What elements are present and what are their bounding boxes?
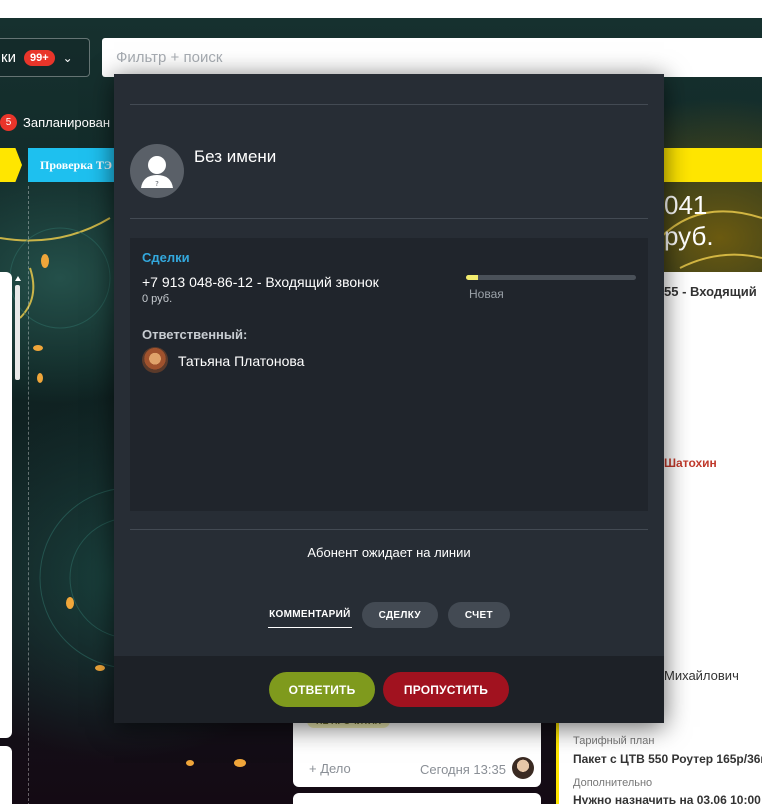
deal-card-person-2: Михайлович (664, 668, 739, 683)
search-placeholder: Фильтр + поиск (116, 49, 223, 66)
top-strip (0, 0, 762, 18)
left-column-card (0, 272, 12, 738)
counter-badge: 99+ (23, 49, 55, 66)
divider (130, 529, 648, 530)
crm-info-panel: Сделки +7 913 048-86-12 - Входящий звоно… (130, 238, 648, 511)
deals-section-title: Сделки (142, 250, 190, 265)
create-actions: КОММЕНТАРИЙ СДЕЛКУ СЧЕТ (114, 602, 664, 628)
create-invoice-button[interactable]: СЧЕТ (447, 602, 510, 628)
left-column-card-2 (0, 746, 12, 804)
divider (130, 104, 648, 105)
counter-label: ки (1, 49, 16, 66)
avatar (512, 757, 534, 779)
deal-card-person: Шатохин (664, 456, 717, 470)
deal-sum: 0 руб. (142, 293, 173, 305)
deal-stage-label: Новая (469, 287, 504, 301)
plan-label: Тарифный план (573, 735, 655, 747)
deal-stage-progress (466, 275, 636, 280)
svg-text:?: ? (155, 180, 159, 188)
scroll-up-icon[interactable] (15, 276, 21, 281)
activity-time: Сегодня 13:35 (420, 762, 506, 777)
incoming-call-popup: ? Без имени Сделки +7 913 048-86-12 - Вх… (114, 74, 664, 723)
tab-comment[interactable]: КОММЕНТАРИЙ (268, 602, 352, 628)
scroll-thumb[interactable] (15, 285, 20, 380)
contact-name[interactable]: Без имени (194, 147, 276, 167)
user-icon: ? (141, 156, 173, 188)
call-actions-footer: ОТВЕТИТЬ ПРОПУСТИТЬ (114, 656, 664, 723)
responsible-label: Ответственный: (142, 327, 248, 342)
deal-card-title: 55 - Входящий (664, 284, 757, 299)
plan-value: Пакет с ЦТВ 550 Роутер 165р/36м (573, 752, 762, 766)
extra-value: Нужно назначить на 03.06 10:00 - (573, 793, 762, 804)
add-activity-link[interactable]: + Дело (309, 761, 351, 776)
answer-button[interactable]: ОТВЕТИТЬ (269, 672, 375, 707)
skip-button[interactable]: ПРОПУСТИТЬ (383, 672, 509, 707)
contact-avatar: ? (130, 144, 184, 198)
create-deal-button[interactable]: СДЕЛКУ (361, 602, 438, 628)
counters-dropdown[interactable]: ки 99+ ⌄ (0, 38, 90, 77)
planned-filter[interactable]: 5 Запланирован (0, 114, 110, 131)
deal-stage-progress-fill (466, 275, 478, 280)
planned-label: Запланирован (23, 115, 111, 130)
divider (130, 218, 648, 219)
scrollbar[interactable] (15, 276, 22, 386)
stage-header-check[interactable]: Проверка ТЭ (28, 148, 128, 182)
column-divider (28, 186, 29, 804)
responsible-name[interactable]: Татьяна Платонова (178, 353, 304, 369)
stage-sum: 041 руб. (664, 190, 714, 251)
call-status-text: Абонент ожидает на линии (307, 545, 471, 560)
chevron-down-icon: ⌄ (62, 50, 73, 65)
responsible-avatar (142, 347, 168, 373)
deal-card-center-2[interactable] (293, 793, 541, 804)
deal-title-link[interactable]: +7 913 048-86-12 - Входящий звонок (142, 274, 379, 290)
extra-label: Дополнительно (573, 777, 653, 789)
planned-badge: 5 (0, 114, 17, 131)
stage-header-right (660, 148, 762, 182)
search-input[interactable]: Фильтр + поиск (102, 38, 762, 77)
